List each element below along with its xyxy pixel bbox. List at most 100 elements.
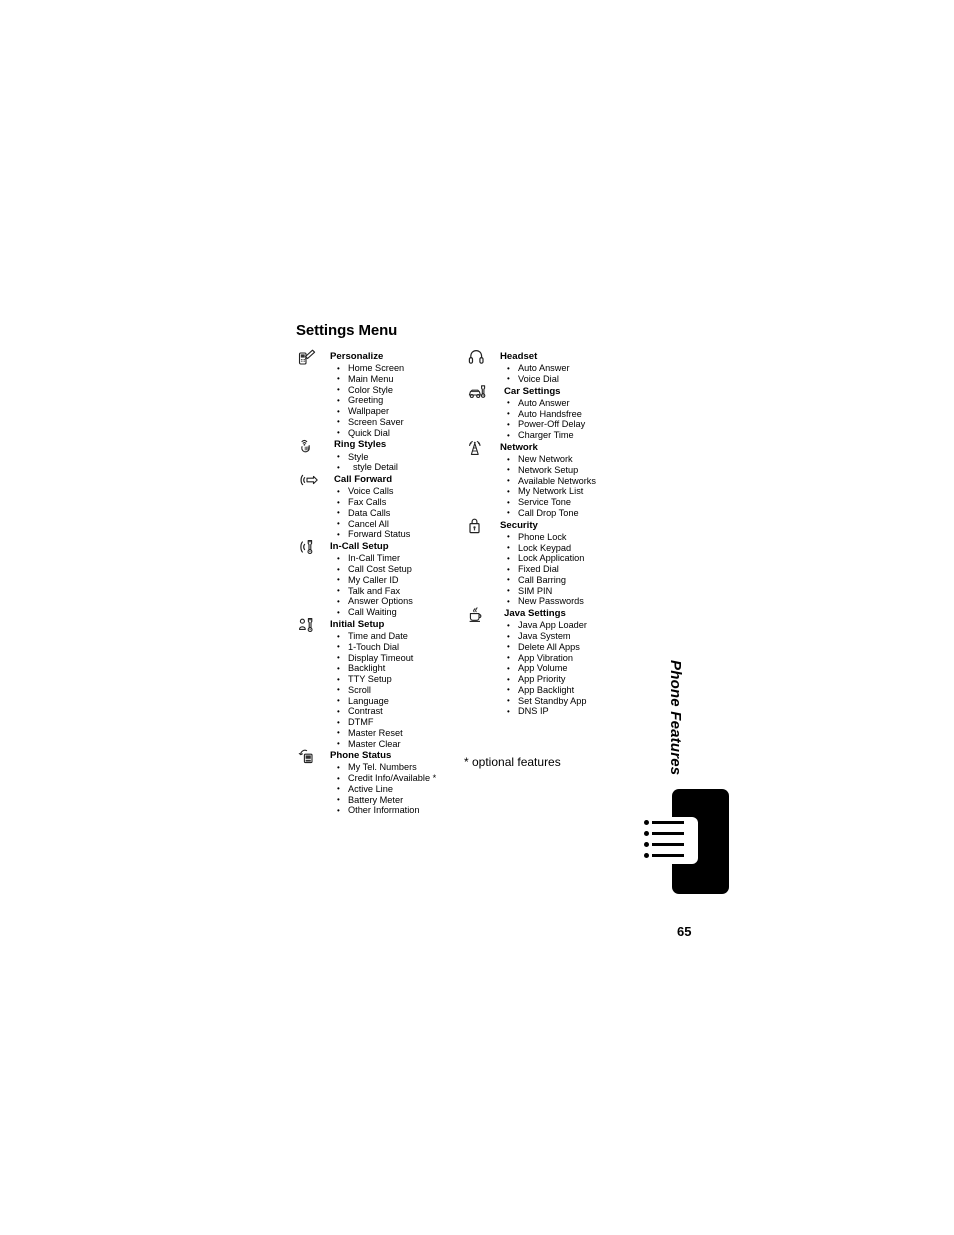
settings-column-right: HeadsetAuto AnswerVoice Dial Car Setting… — [466, 349, 636, 717]
settings-item: Network Setup — [466, 464, 636, 476]
chapter-thumb-tab — [644, 789, 729, 894]
java-settings-icon — [468, 606, 490, 623]
settings-item: Contrast — [296, 706, 466, 717]
settings-item: Main Menu — [296, 373, 466, 385]
settings-group-heading: Java Settings — [466, 606, 636, 623]
settings-item: Java System — [466, 631, 636, 642]
settings-item: Language — [296, 695, 466, 707]
settings-item: Call Waiting — [296, 607, 466, 618]
settings-group-heading: Security — [466, 518, 636, 533]
settings-group-heading: Headset — [466, 349, 636, 364]
settings-group: NetworkNew NetworkNetwork SetupAvailable… — [466, 440, 636, 519]
settings-group: Ring StylesStylestyle Detail — [296, 438, 466, 473]
settings-item: Quick Dial — [296, 427, 466, 439]
settings-item: Fixed Dial — [466, 564, 636, 575]
settings-group: Phone StatusMy Tel. NumbersCredit Info/A… — [296, 749, 466, 816]
settings-group-heading: Ring Styles — [296, 438, 466, 453]
settings-item: Voice Dial — [466, 373, 636, 385]
settings-item: Time and Date — [296, 631, 466, 642]
settings-item: 1-Touch Dial — [296, 641, 466, 653]
settings-group-label: Ring Styles — [334, 439, 387, 451]
settings-group: In-Call SetupIn-Call TimerCall Cost Setu… — [296, 540, 466, 618]
settings-group-heading: Call Forward — [296, 473, 466, 486]
settings-item: Forward Status — [296, 529, 466, 540]
optional-features-footnote: * optional features — [464, 755, 561, 769]
settings-item: App Backlight — [466, 684, 636, 696]
settings-item-list: Phone LockLock KeypadLock ApplicationFix… — [466, 531, 636, 607]
security-padlock-icon — [468, 518, 490, 533]
settings-column-left: PersonalizeHome ScreenMain MenuColor Sty… — [296, 349, 466, 816]
headset-icon — [468, 349, 490, 364]
car-settings-icon — [468, 384, 490, 399]
settings-item: Service Tone — [466, 497, 636, 508]
settings-group-label: Call Forward — [334, 474, 393, 486]
manual-page: Settings Menu PersonalizeHome ScreenMain… — [0, 0, 954, 1235]
settings-group-heading: Network — [466, 440, 636, 455]
settings-item: Java App Loader — [466, 620, 636, 631]
settings-item: Charger Time — [466, 430, 636, 441]
settings-item: Greeting — [296, 395, 466, 406]
settings-item-list: New NetworkNetwork SetupAvailable Networ… — [466, 454, 636, 519]
initial-setup-tools-icon — [298, 617, 320, 632]
settings-item: Home Screen — [296, 363, 466, 374]
settings-item: SIM PIN — [466, 585, 636, 597]
settings-item: Credit Info/Available * — [296, 773, 466, 784]
settings-item-list: Voice CallsFax CallsData CallsCancel All… — [296, 486, 466, 540]
settings-item: Talk and Fax — [296, 585, 466, 597]
settings-item: Set Standby App — [466, 695, 636, 707]
settings-item: Scroll — [296, 684, 466, 696]
settings-item: Auto Handsfree — [466, 408, 636, 420]
settings-item: New Network — [466, 454, 636, 465]
settings-item: Call Barring — [466, 574, 636, 586]
settings-item-list: Home ScreenMain MenuColor StyleGreetingW… — [296, 363, 466, 438]
settings-group: HeadsetAuto AnswerVoice Dial — [466, 349, 636, 385]
call-forward-arrow-icon — [298, 472, 320, 487]
settings-item-list: Time and Date1-Touch DialDisplay Timeout… — [296, 631, 466, 749]
settings-group-heading: Car Settings — [466, 384, 636, 399]
settings-group-label: Personalize — [330, 351, 384, 362]
settings-item: Phone Lock — [466, 531, 636, 543]
settings-item: Power-Off Delay — [466, 419, 636, 430]
settings-group-label: Network — [500, 441, 538, 453]
settings-item: Wallpaper — [296, 406, 466, 417]
menu-list-icon — [644, 817, 698, 864]
network-antenna-icon — [468, 440, 490, 455]
settings-item: New Passwords — [466, 596, 636, 607]
settings-group-label: In-Call Setup — [330, 541, 389, 553]
settings-item: Master Reset — [296, 727, 466, 739]
settings-item: Fax Calls — [296, 497, 466, 508]
settings-group-label: Car Settings — [504, 385, 561, 397]
settings-item-list: In-Call TimerCall Cost SetupMy Caller ID… — [296, 553, 466, 618]
page-number: 65 — [677, 924, 692, 939]
settings-group-heading: Initial Setup — [296, 617, 466, 632]
settings-item: Voice Calls — [296, 486, 466, 497]
settings-item: Cancel All — [296, 518, 466, 530]
settings-item: Display Timeout — [296, 652, 466, 664]
settings-item: App Priority — [466, 674, 636, 685]
settings-item: In-Call Timer — [296, 553, 466, 564]
settings-item: Lock Application — [466, 553, 636, 564]
settings-item-list: Auto AnswerVoice Dial — [466, 363, 636, 385]
settings-item: Auto Answer — [466, 397, 636, 409]
settings-item: Color Style — [296, 384, 466, 396]
in-call-setup-icon — [298, 539, 320, 555]
settings-group-heading: In-Call Setup — [296, 539, 466, 555]
settings-item: Call Cost Setup — [296, 564, 466, 575]
settings-item: Data Calls — [296, 507, 466, 519]
settings-item: Answer Options — [296, 596, 466, 607]
settings-item: My Caller ID — [296, 574, 466, 586]
settings-group: SecurityPhone LockLock KeypadLock Applic… — [466, 518, 636, 607]
settings-item: App Vibration — [466, 652, 636, 664]
settings-group-label: Java Settings — [504, 608, 566, 620]
settings-item: My Network List — [466, 486, 636, 497]
settings-item: Active Line — [296, 783, 466, 795]
settings-group-label: Headset — [500, 351, 538, 362]
settings-item: Backlight — [296, 663, 466, 674]
phone-status-icon — [298, 748, 320, 764]
settings-item: Delete All Apps — [466, 641, 636, 653]
settings-group: Initial SetupTime and Date1-Touch DialDi… — [296, 617, 466, 749]
settings-item: App Volume — [466, 663, 636, 674]
settings-group-label: Initial Setup — [330, 618, 385, 630]
settings-item-list: Java App LoaderJava SystemDelete All App… — [466, 620, 636, 717]
settings-item: DTMF — [296, 717, 466, 728]
